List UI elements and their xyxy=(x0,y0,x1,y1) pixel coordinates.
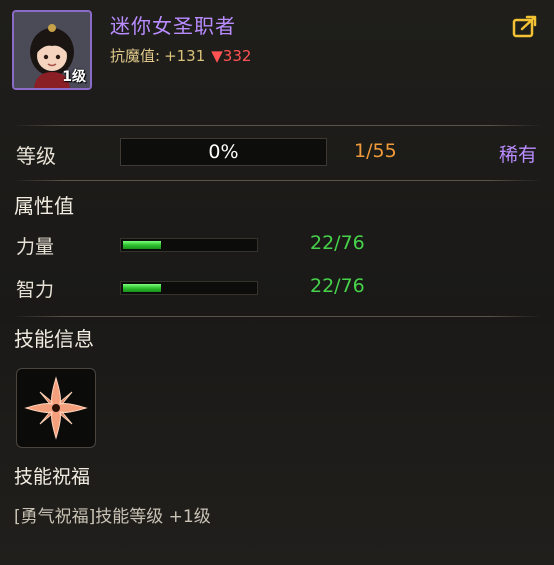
level-progress-text: 0% xyxy=(208,141,239,163)
avatar-level-badge: 1级 xyxy=(62,69,86,85)
level-progress-bar: 0% xyxy=(120,138,327,166)
resist-down-value: ▼332 xyxy=(211,47,252,65)
stat-fill-intelligence xyxy=(123,284,161,292)
stat-fill-strength xyxy=(123,241,161,249)
stat-bar-intelligence xyxy=(120,281,258,295)
resist-plus-value: +131 xyxy=(164,47,206,65)
stat-value-intelligence: 22/76 xyxy=(310,275,365,297)
resist-label: 抗魔值: xyxy=(110,47,161,65)
level-label: 等级 xyxy=(16,144,56,168)
stat-label-strength: 力量 xyxy=(16,236,55,258)
rarity-label: 稀有 xyxy=(499,144,538,166)
stat-bar-strength xyxy=(120,238,258,252)
divider xyxy=(12,316,542,317)
attributes-title: 属性值 xyxy=(14,194,74,218)
stat-label-intelligence: 智力 xyxy=(16,279,55,301)
skill-name: 技能祝福 xyxy=(14,466,91,488)
divider xyxy=(12,125,542,126)
hero-avatar[interactable]: 1级 xyxy=(12,10,92,90)
skill-icon[interactable] xyxy=(16,368,96,448)
stat-value-strength: 22/76 xyxy=(310,232,365,254)
hero-info-panel: 1级 迷你女圣职者 抗魔值: +131 ▼332 等级 0% 1/55 稀有 属性值… xyxy=(0,0,554,565)
level-count: 1/55 xyxy=(354,140,397,162)
skill-section-title: 技能信息 xyxy=(14,327,94,351)
divider xyxy=(12,180,542,181)
share-icon[interactable] xyxy=(512,14,540,38)
skill-description: [勇气祝福]技能等级 +1级 xyxy=(14,507,211,527)
four-point-star-icon xyxy=(24,376,88,440)
resist-row: 抗魔值: +131 ▼332 xyxy=(110,45,251,66)
hero-name: 迷你女圣职者 xyxy=(110,14,236,38)
